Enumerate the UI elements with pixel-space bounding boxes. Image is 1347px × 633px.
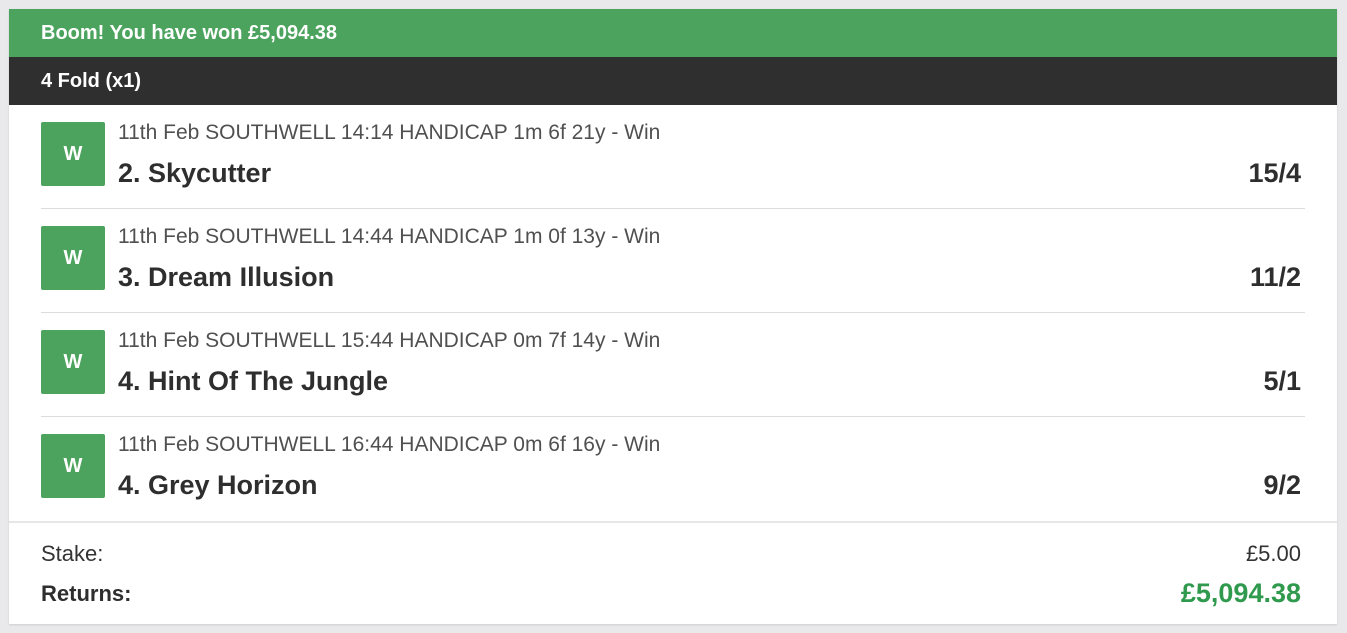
race-details: 11th Feb SOUTHWELL 16:44 HANDICAP 0m 6f …: [118, 433, 661, 456]
selection-row: W 11th Feb SOUTHWELL 16:44 HANDICAP 0m 6…: [41, 417, 1305, 521]
selection-row: W 11th Feb SOUTHWELL 14:14 HANDICAP 1m 6…: [41, 105, 1305, 209]
returns-value: £5,094.38: [1180, 578, 1301, 608]
runner-name: 4. Hint Of The Jungle: [118, 366, 389, 396]
win-result-badge: W: [41, 330, 105, 394]
runner-name: 4. Grey Horizon: [118, 470, 318, 500]
selection-row: W 11th Feb SOUTHWELL 15:44 HANDICAP 0m 7…: [41, 313, 1305, 417]
win-banner: Boom! You have won £5,094.38: [9, 9, 1337, 57]
runner-odds: 5/1: [1263, 366, 1301, 396]
win-banner-text: Boom! You have won £5,094.38: [41, 21, 338, 44]
race-details: 11th Feb SOUTHWELL 14:14 HANDICAP 1m 6f …: [118, 121, 661, 144]
stake-value: £5.00: [1245, 541, 1301, 566]
stake-label: Stake:: [41, 541, 104, 566]
bet-receipt-card: Boom! You have won £5,094.38 4 Fold (x1)…: [9, 9, 1337, 624]
returns-label: Returns:: [41, 581, 132, 606]
runner-name: 2. Skycutter: [118, 158, 272, 188]
race-details: 11th Feb SOUTHWELL 14:44 HANDICAP 1m 0f …: [118, 225, 661, 248]
runner-odds: 15/4: [1248, 158, 1301, 188]
runner-odds: 11/2: [1249, 262, 1301, 292]
race-details: 11th Feb SOUTHWELL 15:44 HANDICAP 0m 7f …: [118, 329, 661, 352]
selection-row: W 11th Feb SOUTHWELL 14:44 HANDICAP 1m 0…: [41, 209, 1305, 313]
win-result-badge: W: [41, 122, 105, 186]
bet-type-label: 4 Fold (x1): [41, 69, 142, 92]
win-result-badge: W: [41, 226, 105, 290]
bet-type-header: 4 Fold (x1): [9, 57, 1337, 105]
runner-name: 3. Dream Illusion: [118, 262, 335, 292]
bet-summary: Stake: £5.00 Returns: £5,094.38: [9, 521, 1337, 624]
selection-list: W 11th Feb SOUTHWELL 14:14 HANDICAP 1m 6…: [9, 105, 1337, 521]
win-result-badge: W: [41, 434, 105, 498]
runner-odds: 9/2: [1263, 470, 1301, 500]
